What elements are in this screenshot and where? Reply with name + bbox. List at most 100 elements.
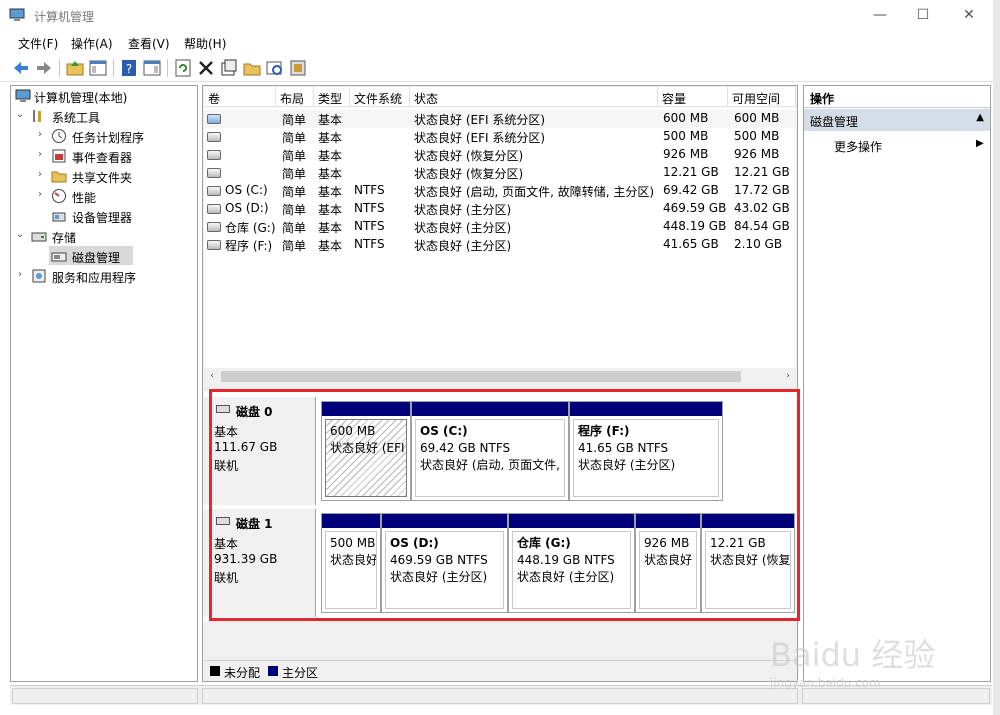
column-header-capacity[interactable]: 容量 xyxy=(658,87,728,107)
menu-help[interactable]: 帮助(H) xyxy=(184,35,226,52)
volume-icon xyxy=(207,168,221,178)
column-header-status[interactable]: 状态 xyxy=(410,87,658,107)
console-tree-pane: 计算机管理(本地) ⌄ 系统工具 › 任务计划程序 › 事件查看器 › 共享文件… xyxy=(10,85,198,682)
tree-item-performance[interactable]: › 性能 xyxy=(11,186,197,206)
tree-item-disk-management[interactable]: 磁盘管理 xyxy=(11,246,197,266)
delete-icon[interactable] xyxy=(196,58,216,78)
properties-pane-icon[interactable] xyxy=(142,58,162,78)
cell-fs: NTFS xyxy=(354,183,385,197)
table-row[interactable]: 简单 基本 状态良好 (恢复分区) 12.21 GB 12.21 GB xyxy=(204,164,796,182)
cell-type: 基本 xyxy=(318,185,343,199)
scrollbar-thumb[interactable] xyxy=(221,371,741,382)
show-hide-tree-icon[interactable] xyxy=(88,58,108,78)
cell-status: 状态良好 (启动, 页面文件, 故障转储, 主分区) xyxy=(414,185,655,199)
column-header-free-space[interactable]: 可用空间 xyxy=(728,87,796,107)
tree-item-task-scheduler[interactable]: › 任务计划程序 xyxy=(11,126,197,146)
tree-label: 性能 xyxy=(72,191,97,205)
help-icon[interactable]: ? xyxy=(119,58,139,78)
horizontal-scrollbar[interactable]: ‹ › xyxy=(204,368,796,385)
tree-label: 事件查看器 xyxy=(72,151,133,165)
minimize-button[interactable]: — xyxy=(857,0,903,31)
disk-settings-icon[interactable] xyxy=(288,58,308,78)
up-folder-icon[interactable] xyxy=(65,58,85,78)
tree-item-system-tools[interactable]: ⌄ 系统工具 xyxy=(11,106,197,126)
toolbar-separator xyxy=(167,59,168,77)
tree-item-root[interactable]: 计算机管理(本地) xyxy=(11,86,197,106)
table-row[interactable]: OS (C:) 简单 基本 NTFS 状态良好 (启动, 页面文件, 故障转储, 主分区… xyxy=(204,182,796,200)
actions-header: 操作 xyxy=(804,86,990,108)
table-row[interactable]: 简单 基本 状态良好 (恢复分区) 926 MB 926 MB xyxy=(204,146,796,164)
cell-type: 基本 xyxy=(318,131,343,145)
column-header-type[interactable]: 类型 xyxy=(314,87,350,107)
window-title: 计算机管理 xyxy=(34,10,95,24)
tree-item-services-apps[interactable]: › 服务和应用程序 xyxy=(11,266,197,286)
chevron-down-icon[interactable]: ⌄ xyxy=(15,229,25,240)
background-window-edge xyxy=(993,0,1000,715)
more-actions-label: 更多操作 xyxy=(834,140,883,154)
cell-volume: OS (D:) xyxy=(225,201,269,215)
actions-section-disk-management[interactable]: 磁盘管理 ▲ xyxy=(804,109,990,131)
scroll-right-icon[interactable]: › xyxy=(781,369,795,383)
column-header-filesystem[interactable]: 文件系统 xyxy=(350,87,410,107)
cell-status: 状态良好 (恢复分区) xyxy=(414,167,524,181)
tree-label: 存储 xyxy=(52,231,77,245)
menu-file[interactable]: 文件(F) xyxy=(18,35,58,52)
column-header-volume[interactable]: 卷 xyxy=(204,87,276,107)
search-disk-icon[interactable] xyxy=(265,58,285,78)
tree-item-shared-folders[interactable]: › 共享文件夹 xyxy=(11,166,197,186)
maximize-button[interactable]: ☐ xyxy=(900,0,946,31)
chevron-right-icon[interactable]: › xyxy=(35,189,45,200)
toolbar-separator xyxy=(113,59,114,77)
volume-icon xyxy=(207,132,221,142)
table-row[interactable]: 简单 基本 状态良好 (EFI 系统分区) 600 MB 600 MB xyxy=(204,110,796,128)
more-actions-item[interactable]: 更多操作 xyxy=(834,138,882,155)
status-segment xyxy=(802,688,990,704)
cell-layout: 简单 xyxy=(282,239,307,253)
disk-management-icon xyxy=(51,252,67,262)
tree-item-storage[interactable]: ⌄ 存储 xyxy=(11,226,197,246)
annotation-highlight-box xyxy=(209,389,800,621)
cell-layout: 简单 xyxy=(282,149,307,163)
column-header-layout[interactable]: 布局 xyxy=(276,87,314,107)
chevron-right-icon[interactable]: › xyxy=(35,149,45,160)
cell-type: 基本 xyxy=(318,203,343,217)
cell-free: 2.10 GB xyxy=(734,237,783,251)
chevron-right-icon[interactable]: › xyxy=(15,269,25,280)
table-row[interactable]: 仓库 (G:) 简单 基本 NTFS 状态良好 (主分区) 448.19 GB 84.54 … xyxy=(204,218,796,236)
cell-cap: 926 MB xyxy=(663,147,709,161)
forward-arrow-icon[interactable] xyxy=(34,58,54,78)
back-arrow-icon[interactable] xyxy=(11,58,31,78)
cell-status: 状态良好 (主分区) xyxy=(414,203,512,217)
close-button[interactable]: ✕ xyxy=(946,0,992,31)
legend-unallocated: 未分配 xyxy=(224,666,261,680)
table-row[interactable]: OS (D:) 简单 基本 NTFS 状态良好 (主分区) 469.59 GB 43.02 … xyxy=(204,200,796,218)
computer-management-window: 计算机管理 — ☐ ✕ 文件(F) 操作(A) 查看(V) 帮助(H) ? 计算… xyxy=(0,0,1000,715)
properties-icon[interactable] xyxy=(219,58,239,78)
menu-view[interactable]: 查看(V) xyxy=(128,35,170,52)
open-folder-icon[interactable] xyxy=(242,58,262,78)
cell-free: 17.72 GB xyxy=(734,183,790,197)
chevron-down-icon[interactable]: ⌄ xyxy=(15,109,25,120)
chevron-right-icon[interactable]: › xyxy=(35,169,45,180)
storage-icon xyxy=(31,232,47,242)
refresh-icon[interactable] xyxy=(173,58,193,78)
cell-cap: 69.42 GB xyxy=(663,183,719,197)
title-bar[interactable]: 计算机管理 — ☐ ✕ xyxy=(0,0,1000,31)
scroll-left-icon[interactable]: ‹ xyxy=(205,369,219,383)
table-row[interactable]: 程序 (F:) 简单 基本 NTFS 状态良好 (主分区) 41.65 GB 2.10 GB xyxy=(204,236,796,254)
table-row[interactable]: 简单 基本 状态良好 (EFI 系统分区) 500 MB 500 MB xyxy=(204,128,796,146)
submenu-arrow-icon[interactable]: ▶ xyxy=(976,138,984,149)
tree-item-event-viewer[interactable]: › 事件查看器 xyxy=(11,146,197,166)
cell-cap: 12.21 GB xyxy=(663,165,719,179)
chevron-right-icon[interactable]: › xyxy=(35,129,45,140)
cell-free: 500 MB xyxy=(734,129,780,143)
status-segment xyxy=(12,688,198,704)
cell-status: 状态良好 (主分区) xyxy=(414,221,512,235)
menu-action[interactable]: 操作(A) xyxy=(71,35,113,52)
collapse-up-icon[interactable]: ▲ xyxy=(976,112,984,123)
cell-status: 状态良好 (恢复分区) xyxy=(414,149,524,163)
computer-management-icon xyxy=(9,8,25,21)
cell-type: 基本 xyxy=(318,113,343,127)
tree-item-device-manager[interactable]: 设备管理器 xyxy=(11,206,197,226)
cell-status: 状态良好 (EFI 系统分区) xyxy=(414,113,546,127)
